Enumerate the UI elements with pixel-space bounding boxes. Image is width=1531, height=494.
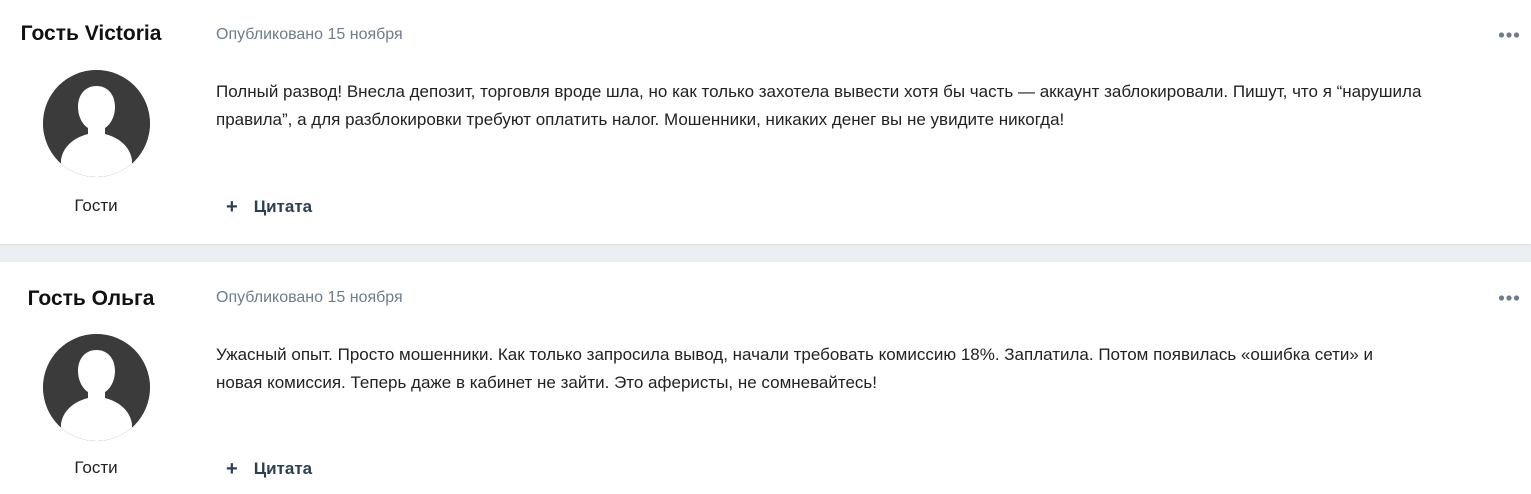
author-name[interactable]: Гость Ольга bbox=[0, 287, 182, 311]
quote-label: Цитата bbox=[253, 459, 313, 478]
post-date[interactable]: Опубликовано 15 ноября bbox=[216, 289, 403, 307]
post-content: Ужасный опыт. Просто мошенники. Как толь… bbox=[216, 341, 1530, 397]
quote-button[interactable]: + Цитата bbox=[226, 459, 312, 479]
post-content: Полный развод! Внесла депозит, торговля … bbox=[216, 78, 1530, 134]
ellipsis-icon[interactable] bbox=[1498, 289, 1520, 307]
post-content-line: новая комиссия. Теперь даже в кабинет не… bbox=[216, 373, 878, 392]
post-content-line: правила”, а для разблокировки требуют оп… bbox=[216, 110, 1065, 129]
default-user-icon bbox=[43, 334, 150, 441]
ellipsis-icon[interactable] bbox=[1498, 26, 1520, 44]
forum-post: Гость Ольга Гости Опубликовано 15 ноября… bbox=[0, 262, 1531, 494]
user-group: Гости bbox=[74, 196, 118, 215]
quote-button[interactable]: + Цитата bbox=[226, 197, 312, 217]
user-group: Гости bbox=[74, 458, 118, 477]
default-user-icon bbox=[43, 70, 150, 177]
post-content-line: Полный развод! Внесла депозит, торговля … bbox=[216, 82, 1422, 101]
plus-icon: + bbox=[226, 458, 238, 480]
ellipsis-icon-glyph bbox=[1498, 295, 1520, 301]
plus-icon: + bbox=[226, 196, 238, 218]
author-name[interactable]: Гость Victoria bbox=[0, 22, 182, 46]
post-date[interactable]: Опубликовано 15 ноября bbox=[216, 26, 403, 44]
forum-post: Гость Victoria Гости Опубликовано 15 ноя… bbox=[0, 0, 1531, 244]
quote-label: Цитата bbox=[253, 197, 313, 216]
ellipsis-icon-glyph bbox=[1498, 32, 1520, 38]
avatar[interactable] bbox=[43, 70, 150, 177]
post-content-line: Ужасный опыт. Просто мошенники. Как толь… bbox=[216, 345, 1374, 364]
avatar[interactable] bbox=[43, 334, 150, 441]
